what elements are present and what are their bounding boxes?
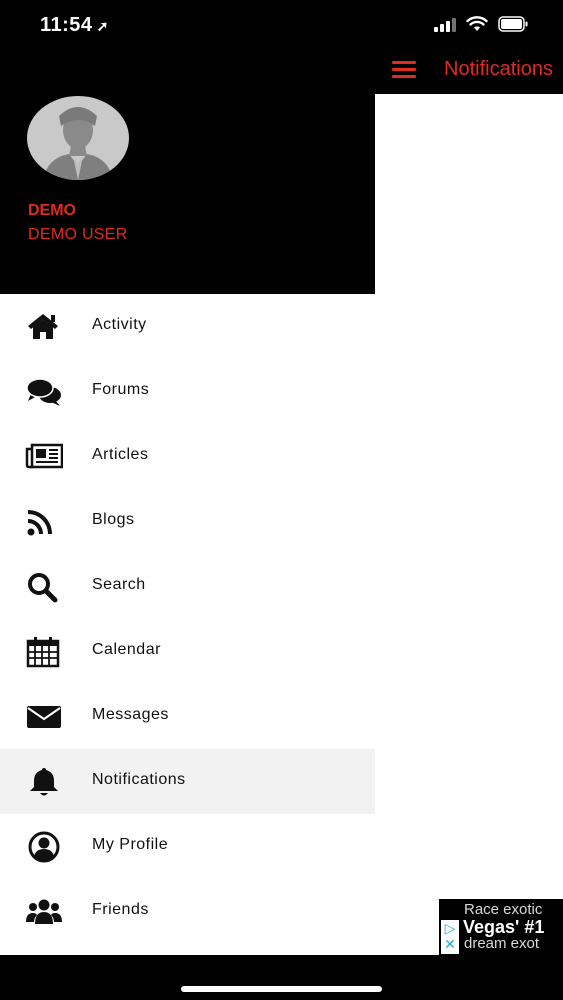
app-screen: 11:54 ➚ Notifications DEMO DEMO USER Act… [0, 0, 563, 1000]
clock-text: 11:54 [40, 14, 93, 36]
ad-banner[interactable]: Race exotic Vegas' #1 dream exot ▷ ✕ [439, 899, 563, 955]
menu-item-blogs[interactable]: Blogs [0, 489, 375, 554]
user-circle-icon [25, 831, 63, 863]
wifi-icon [466, 16, 488, 31]
menu-item-label: Calendar [92, 641, 161, 658]
status-bar: 11:54 ➚ [0, 0, 563, 52]
close-icon[interactable]: ✕ [441, 936, 459, 952]
calendar-icon [25, 636, 63, 668]
ad-info-icon[interactable]: ▷ [441, 920, 459, 936]
menu-item-friends[interactable]: Friends [0, 879, 375, 944]
menu-item-label: Search [92, 576, 146, 593]
adchoices-icon[interactable]: ▷ ✕ [441, 920, 459, 954]
user-name: DEMO [28, 202, 76, 219]
cellular-signal-icon [434, 18, 458, 32]
menu-item-label: Activity [92, 316, 147, 333]
menu-item-calendar[interactable]: Calendar [0, 619, 375, 684]
drawer-header: DEMO DEMO USER [0, 52, 375, 294]
menu-item-notifications[interactable]: Notifications [0, 749, 375, 814]
users-icon [25, 896, 63, 928]
bottom-bar [0, 955, 563, 1000]
battery-icon [498, 16, 528, 32]
comments-icon [25, 376, 63, 408]
ad-text-line1: Race exotic [464, 901, 543, 918]
menu-item-label: Forums [92, 381, 150, 398]
menu-item-articles[interactable]: Articles [0, 424, 375, 489]
location-arrow-icon: ➚ [96, 18, 109, 34]
menu-item-label: Messages [92, 706, 169, 723]
search-icon [25, 571, 63, 603]
menu-item-label: Notifications [92, 771, 186, 788]
home-icon [25, 311, 63, 343]
page-title: Notifications [444, 58, 553, 80]
main-content [375, 94, 563, 955]
status-time: 11:54 ➚ [40, 14, 109, 37]
menu-item-label: Friends [92, 901, 149, 918]
avatar[interactable] [27, 96, 129, 180]
menu-item-activity[interactable]: Activity [0, 294, 375, 359]
menu-item-my-profile[interactable]: My Profile [0, 814, 375, 879]
menu-item-label: Blogs [92, 511, 135, 528]
home-indicator[interactable] [181, 986, 382, 992]
menu-item-messages[interactable]: Messages [0, 684, 375, 749]
menu-item-label: Articles [92, 446, 149, 463]
ad-text-line3: dream exot [464, 935, 540, 952]
menu-item-forums[interactable]: Forums [0, 359, 375, 424]
bell-icon [25, 766, 63, 798]
user-silhouette-icon [43, 107, 113, 180]
drawer-menu: Activity Forums Articles Blogs Search Ca… [0, 294, 375, 955]
user-role: DEMO USER [28, 226, 128, 243]
rss-icon [25, 506, 63, 538]
hamburger-menu-icon[interactable] [392, 60, 416, 80]
menu-item-search[interactable]: Search [0, 554, 375, 619]
envelope-icon [25, 701, 63, 733]
newspaper-icon [25, 441, 64, 473]
menu-item-label: My Profile [92, 836, 169, 853]
